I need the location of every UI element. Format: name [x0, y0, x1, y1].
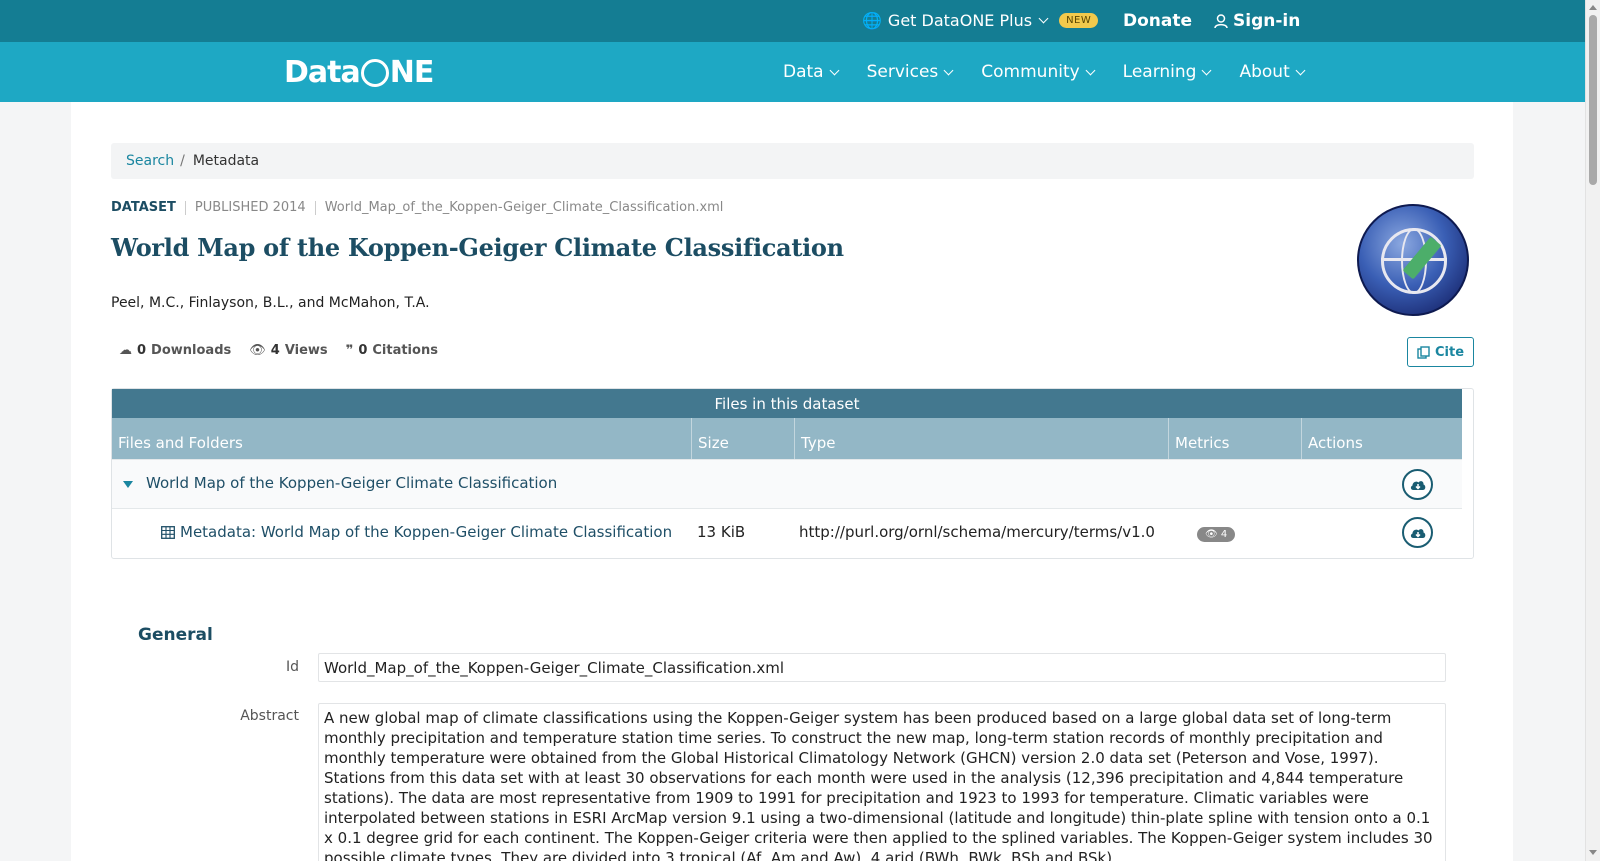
divider: [184, 200, 186, 215]
files-table-caption: Files in this dataset: [112, 389, 1462, 418]
table-row: Metadata: World Map of the Koppen-Geiger…: [112, 509, 1462, 559]
cite-button[interactable]: Cite: [1407, 337, 1474, 367]
chevron-down-icon: [1038, 13, 1049, 24]
page-scrollbar[interactable]: [1585, 0, 1600, 861]
file-size: 13 KiB: [697, 523, 746, 541]
nav-menu: Data Services Community Learning About: [783, 62, 1306, 82]
scroll-down-arrow-icon[interactable]: [1589, 850, 1597, 855]
general-section-title: General: [138, 625, 213, 645]
dataset-authors: Peel, M.C., Finlayson, B.L., and McMahon…: [111, 295, 430, 311]
chevron-down-icon: [1085, 65, 1096, 75]
column-header-files[interactable]: Files and Folders: [112, 418, 692, 459]
column-header-type[interactable]: Type: [795, 418, 1169, 459]
nav-item-services[interactable]: Services: [866, 62, 954, 82]
logo-globe-icon: [360, 58, 389, 87]
table-icon: [161, 524, 175, 543]
chevron-down-icon: [943, 65, 954, 75]
views-badge: 👁 4: [1197, 527, 1236, 542]
nav-item-community[interactable]: Community: [981, 62, 1096, 82]
published-year: PUBLISHED 2014: [194, 200, 306, 215]
top-utility-bar: 🌐 Get DataONE Plus NEW Donate Sign-in: [0, 0, 1585, 42]
file-type: http://purl.org/ornl/schema/mercury/term…: [799, 523, 1155, 541]
files-table-header: Files and Folders Size Type Metrics Acti…: [112, 418, 1462, 459]
breadcrumb-search-link[interactable]: Search: [126, 153, 174, 169]
user-icon: [1214, 13, 1228, 28]
column-header-size[interactable]: Size: [692, 418, 795, 459]
cloud-download-icon: [1410, 480, 1425, 490]
id-field: World_Map_of_the_Koppen-Geiger_Climate_C…: [318, 653, 1446, 682]
nav-item-data[interactable]: Data: [783, 62, 840, 82]
chevron-down-icon: [829, 65, 840, 75]
globe-icon: 🌐: [862, 11, 882, 30]
repository-logo: [1357, 204, 1469, 316]
column-header-actions[interactable]: Actions: [1302, 418, 1462, 459]
copy-icon: [1417, 345, 1430, 359]
dataset-type-label: DATASET: [111, 200, 176, 215]
views-label: Views: [284, 343, 328, 358]
views-badge-count: 4: [1220, 529, 1228, 540]
citations-metric: ❞ 0 Citations: [346, 343, 438, 358]
eye-icon: 👁: [249, 343, 266, 358]
cloud-download-icon: [1410, 528, 1425, 538]
views-metric: 👁 4 Views: [249, 343, 327, 358]
nav-item-label: Services: [866, 62, 939, 82]
downloads-count: 0: [137, 343, 147, 358]
package-name-link[interactable]: World Map of the Koppen-Geiger Climate C…: [146, 474, 557, 492]
donate-link[interactable]: Donate: [1123, 11, 1192, 31]
downloads-label: Downloads: [151, 343, 232, 358]
scroll-up-arrow-icon[interactable]: [1589, 5, 1597, 10]
cite-label: Cite: [1434, 344, 1465, 360]
download-file-button[interactable]: [1402, 517, 1433, 548]
breadcrumb: Search / Metadata: [111, 143, 1474, 179]
main-navbar: Data NE Data Services Community Learning…: [0, 42, 1585, 102]
views-count: 4: [270, 343, 280, 358]
breadcrumb-separator: /: [180, 153, 185, 169]
dataset-meta-line: DATASET PUBLISHED 2014 World_Map_of_the_…: [111, 200, 723, 215]
files-table: Files in this dataset Files and Folders …: [111, 388, 1474, 559]
citations-label: Citations: [372, 343, 438, 358]
nav-item-label: Learning: [1122, 62, 1197, 82]
dataone-logo[interactable]: Data NE: [284, 55, 435, 90]
breadcrumb-current: Metadata: [192, 153, 260, 169]
cloud-download-icon: ☁: [119, 343, 132, 358]
nav-item-label: About: [1239, 62, 1290, 82]
get-dataone-plus-label: Get DataONE Plus: [887, 11, 1033, 30]
get-dataone-plus-menu[interactable]: 🌐 Get DataONE Plus NEW: [862, 11, 1099, 30]
sign-in-label: Sign-in: [1233, 11, 1301, 31]
download-package-button[interactable]: [1402, 469, 1433, 500]
nav-item-label: Data: [783, 62, 824, 82]
nav-item-about[interactable]: About: [1239, 62, 1306, 82]
logo-text-ne: NE: [389, 55, 435, 90]
id-label: Id: [285, 659, 299, 675]
dataset-filename: World_Map_of_the_Koppen-Geiger_Climate_C…: [324, 200, 724, 215]
quote-icon: ❞: [345, 343, 354, 358]
divider: [314, 200, 316, 215]
package-row[interactable]: World Map of the Koppen-Geiger Climate C…: [112, 459, 1462, 509]
nav-item-label: Community: [981, 62, 1080, 82]
abstract-field: A new global map of climate classificati…: [318, 703, 1446, 861]
chevron-down-icon: [1295, 65, 1306, 75]
page-title: World Map of the Koppen-Geiger Climate C…: [111, 233, 844, 262]
logo-text-data: Data: [284, 55, 361, 90]
downloads-metric: ☁ 0 Downloads: [119, 343, 231, 358]
sign-in-link[interactable]: Sign-in: [1214, 11, 1300, 31]
abstract-label: Abstract: [240, 708, 299, 724]
citations-count: 0: [358, 343, 368, 358]
expand-caret-icon[interactable]: [123, 481, 133, 488]
new-badge: NEW: [1059, 13, 1099, 28]
eye-icon: 👁: [1205, 529, 1218, 540]
scrollbar-thumb[interactable]: [1589, 15, 1597, 185]
metadata-file-link[interactable]: Metadata: World Map of the Koppen-Geiger…: [180, 523, 672, 541]
column-header-metrics[interactable]: Metrics: [1169, 418, 1302, 459]
chevron-down-icon: [1202, 65, 1212, 75]
dataset-metrics: ☁ 0 Downloads 👁 4 Views ❞ 0 Citations: [119, 343, 438, 358]
nav-item-learning[interactable]: Learning: [1122, 62, 1212, 82]
